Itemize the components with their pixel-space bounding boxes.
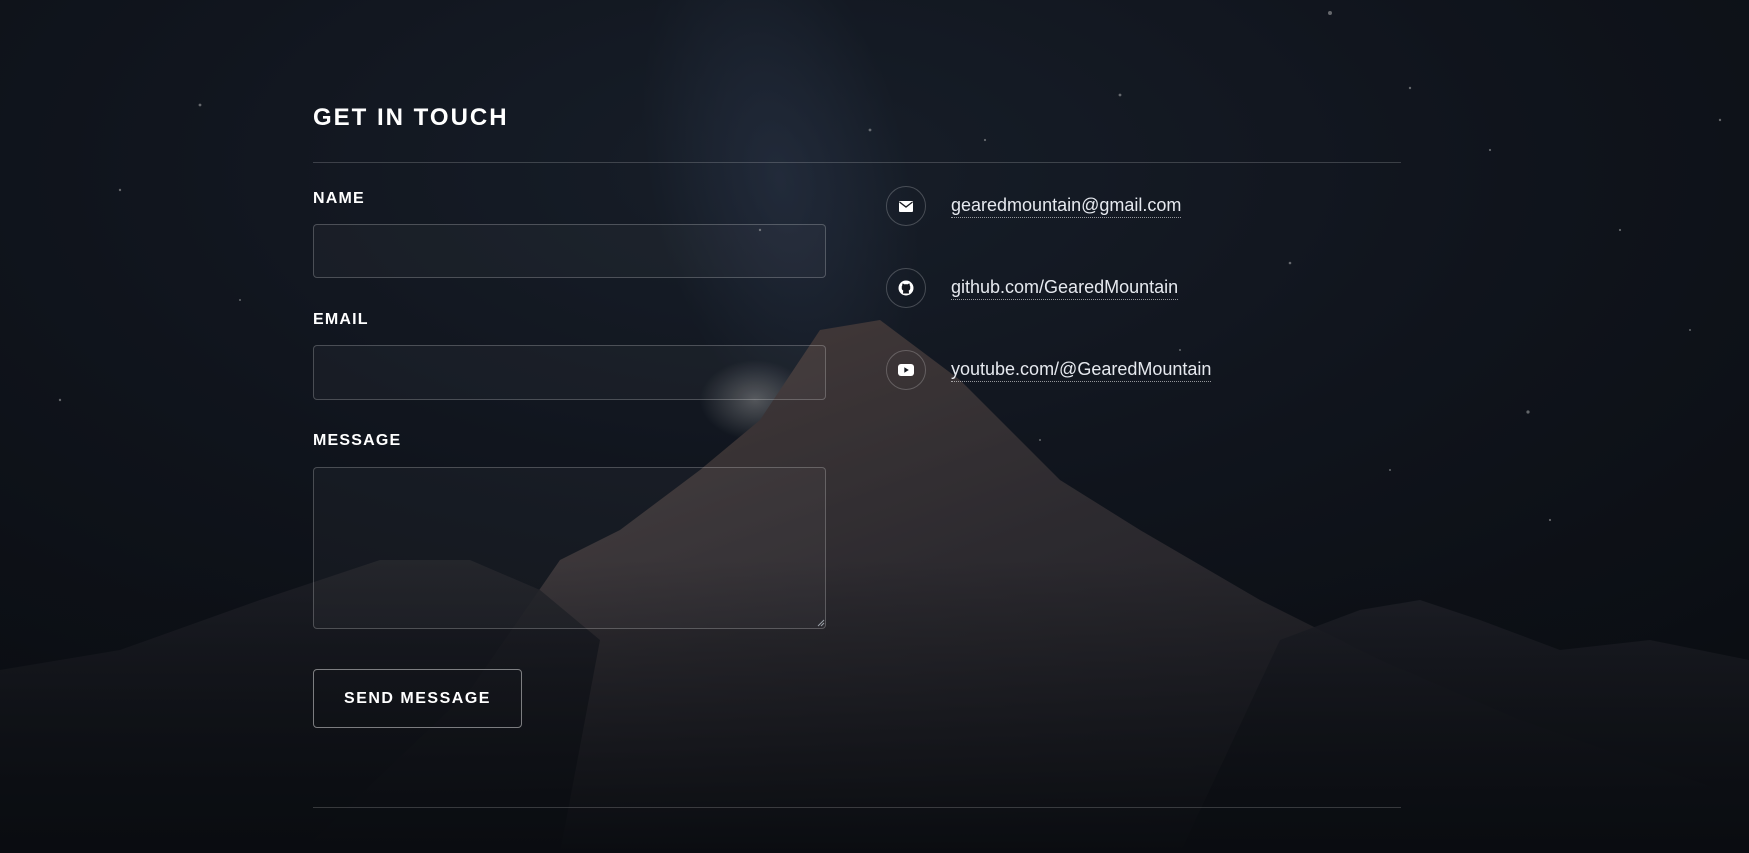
contact-section: GET IN TOUCH NAME EMAIL MESSAGE SEND MES… xyxy=(313,0,1401,853)
envelope-icon xyxy=(886,186,926,226)
email-input[interactable] xyxy=(313,345,826,400)
email-link[interactable]: gearedmountain@gmail.com xyxy=(951,194,1182,218)
contact-item-youtube: youtube.com/@GearedMountain xyxy=(886,349,1212,391)
github-link[interactable]: github.com/GearedMountain xyxy=(951,276,1179,300)
section-divider-top xyxy=(313,162,1401,163)
message-label: MESSAGE xyxy=(313,432,402,449)
name-input[interactable] xyxy=(313,224,826,278)
name-label: NAME xyxy=(313,190,365,207)
section-divider-bottom xyxy=(313,807,1401,808)
github-icon xyxy=(886,268,926,308)
message-textarea[interactable] xyxy=(313,467,826,629)
youtube-link[interactable]: youtube.com/@GearedMountain xyxy=(951,358,1212,382)
send-message-button[interactable]: SEND MESSAGE xyxy=(313,669,522,728)
contact-item-email: gearedmountain@gmail.com xyxy=(886,185,1182,227)
youtube-icon xyxy=(886,350,926,390)
email-label: EMAIL xyxy=(313,311,369,328)
contact-item-github: github.com/GearedMountain xyxy=(886,267,1179,309)
section-title: GET IN TOUCH xyxy=(313,104,509,131)
